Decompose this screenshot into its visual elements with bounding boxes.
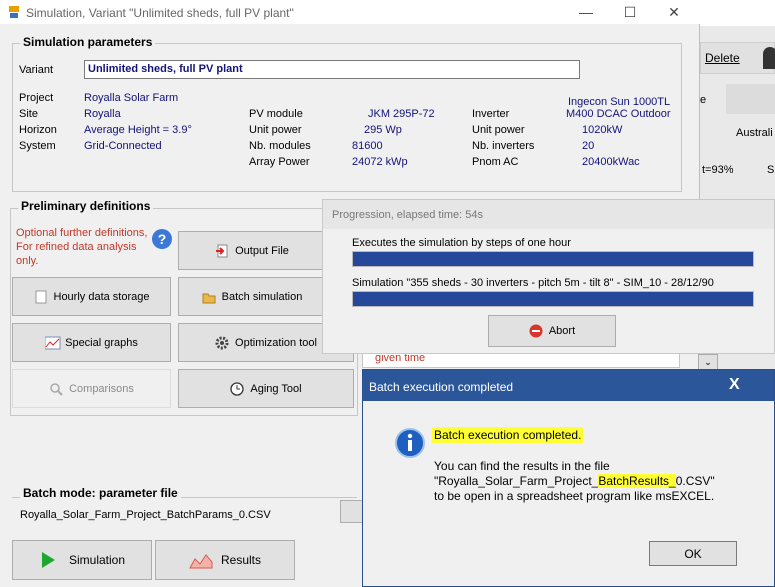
batch-file-browse-button[interactable] xyxy=(340,500,364,523)
dialog-title-bar: Batch execution completed X xyxy=(363,370,774,401)
progress-bar-simulation xyxy=(352,291,754,307)
progress-bar-hour xyxy=(352,251,754,267)
progression-title-bar: Progression, elapsed time: 54s xyxy=(323,200,774,229)
comparisons-button[interactable]: Comparisons xyxy=(12,369,171,408)
progress-bar-hour-fill xyxy=(353,252,753,266)
hourly-data-storage-button[interactable]: Hourly data storage xyxy=(12,277,171,316)
special-graphs-button[interactable]: Special graphs xyxy=(12,323,171,362)
results-file-path: "Royalla_Solar_Farm_Project_BatchResults… xyxy=(434,474,715,488)
title-bar: Simulation, Variant "Unlimited sheds, fu… xyxy=(0,0,700,24)
optional-note: Optional further definitions, For refine… xyxy=(16,227,148,267)
dialog-close-button[interactable]: X xyxy=(729,376,740,394)
abort-button[interactable]: Abort xyxy=(488,315,616,347)
maximize-button[interactable]: ☐ xyxy=(608,0,652,24)
simulation-button[interactable]: Simulation xyxy=(12,540,152,580)
document-icon xyxy=(34,290,48,304)
window-title: Simulation, Variant "Unlimited sheds, fu… xyxy=(26,6,294,20)
output-file-icon xyxy=(215,244,229,258)
batch-params-file: Royalla_Solar_Farm_Project_BatchParams_0… xyxy=(20,509,271,521)
clock-icon xyxy=(230,381,245,396)
ok-button[interactable]: OK xyxy=(649,541,737,566)
results-button[interactable]: Results xyxy=(155,540,295,580)
help-icon[interactable]: ? xyxy=(152,229,172,249)
gear-icon xyxy=(215,336,229,350)
app-icon xyxy=(8,5,20,19)
user-icon xyxy=(763,47,775,69)
progress-bar-simulation-fill xyxy=(353,292,753,306)
magnifier-icon xyxy=(49,382,63,396)
preliminary-definitions-title: Preliminary definitions xyxy=(18,199,154,213)
aging-tool-button[interactable]: Aging Tool xyxy=(178,369,354,408)
results-chart-icon xyxy=(189,551,213,569)
variant-field[interactable]: Unlimited sheds, full PV plant xyxy=(84,60,580,79)
simulation-parameters-title: Simulation parameters xyxy=(20,35,156,49)
progression-window: Progression, elapsed time: 54s Executes … xyxy=(322,199,775,354)
info-icon xyxy=(395,428,425,458)
batch-mode-title: Batch mode: parameter file xyxy=(20,486,181,500)
minimize-button[interactable]: — xyxy=(564,0,608,24)
bg-delete-button[interactable]: Delete xyxy=(700,42,775,74)
chevron-down-icon[interactable]: ⌄ xyxy=(698,354,718,370)
close-button[interactable]: ✕ xyxy=(652,0,696,24)
output-file-button[interactable]: Output File xyxy=(178,231,326,270)
graph-icon xyxy=(44,336,61,350)
stop-icon xyxy=(529,324,543,338)
play-icon xyxy=(39,551,57,569)
folder-icon xyxy=(202,290,216,304)
dialog-heading: Batch execution completed. xyxy=(432,427,584,443)
batch-completed-dialog: Batch execution completed X Batch execut… xyxy=(362,369,775,587)
batch-simulation-button[interactable]: Batch simulation xyxy=(178,277,326,316)
